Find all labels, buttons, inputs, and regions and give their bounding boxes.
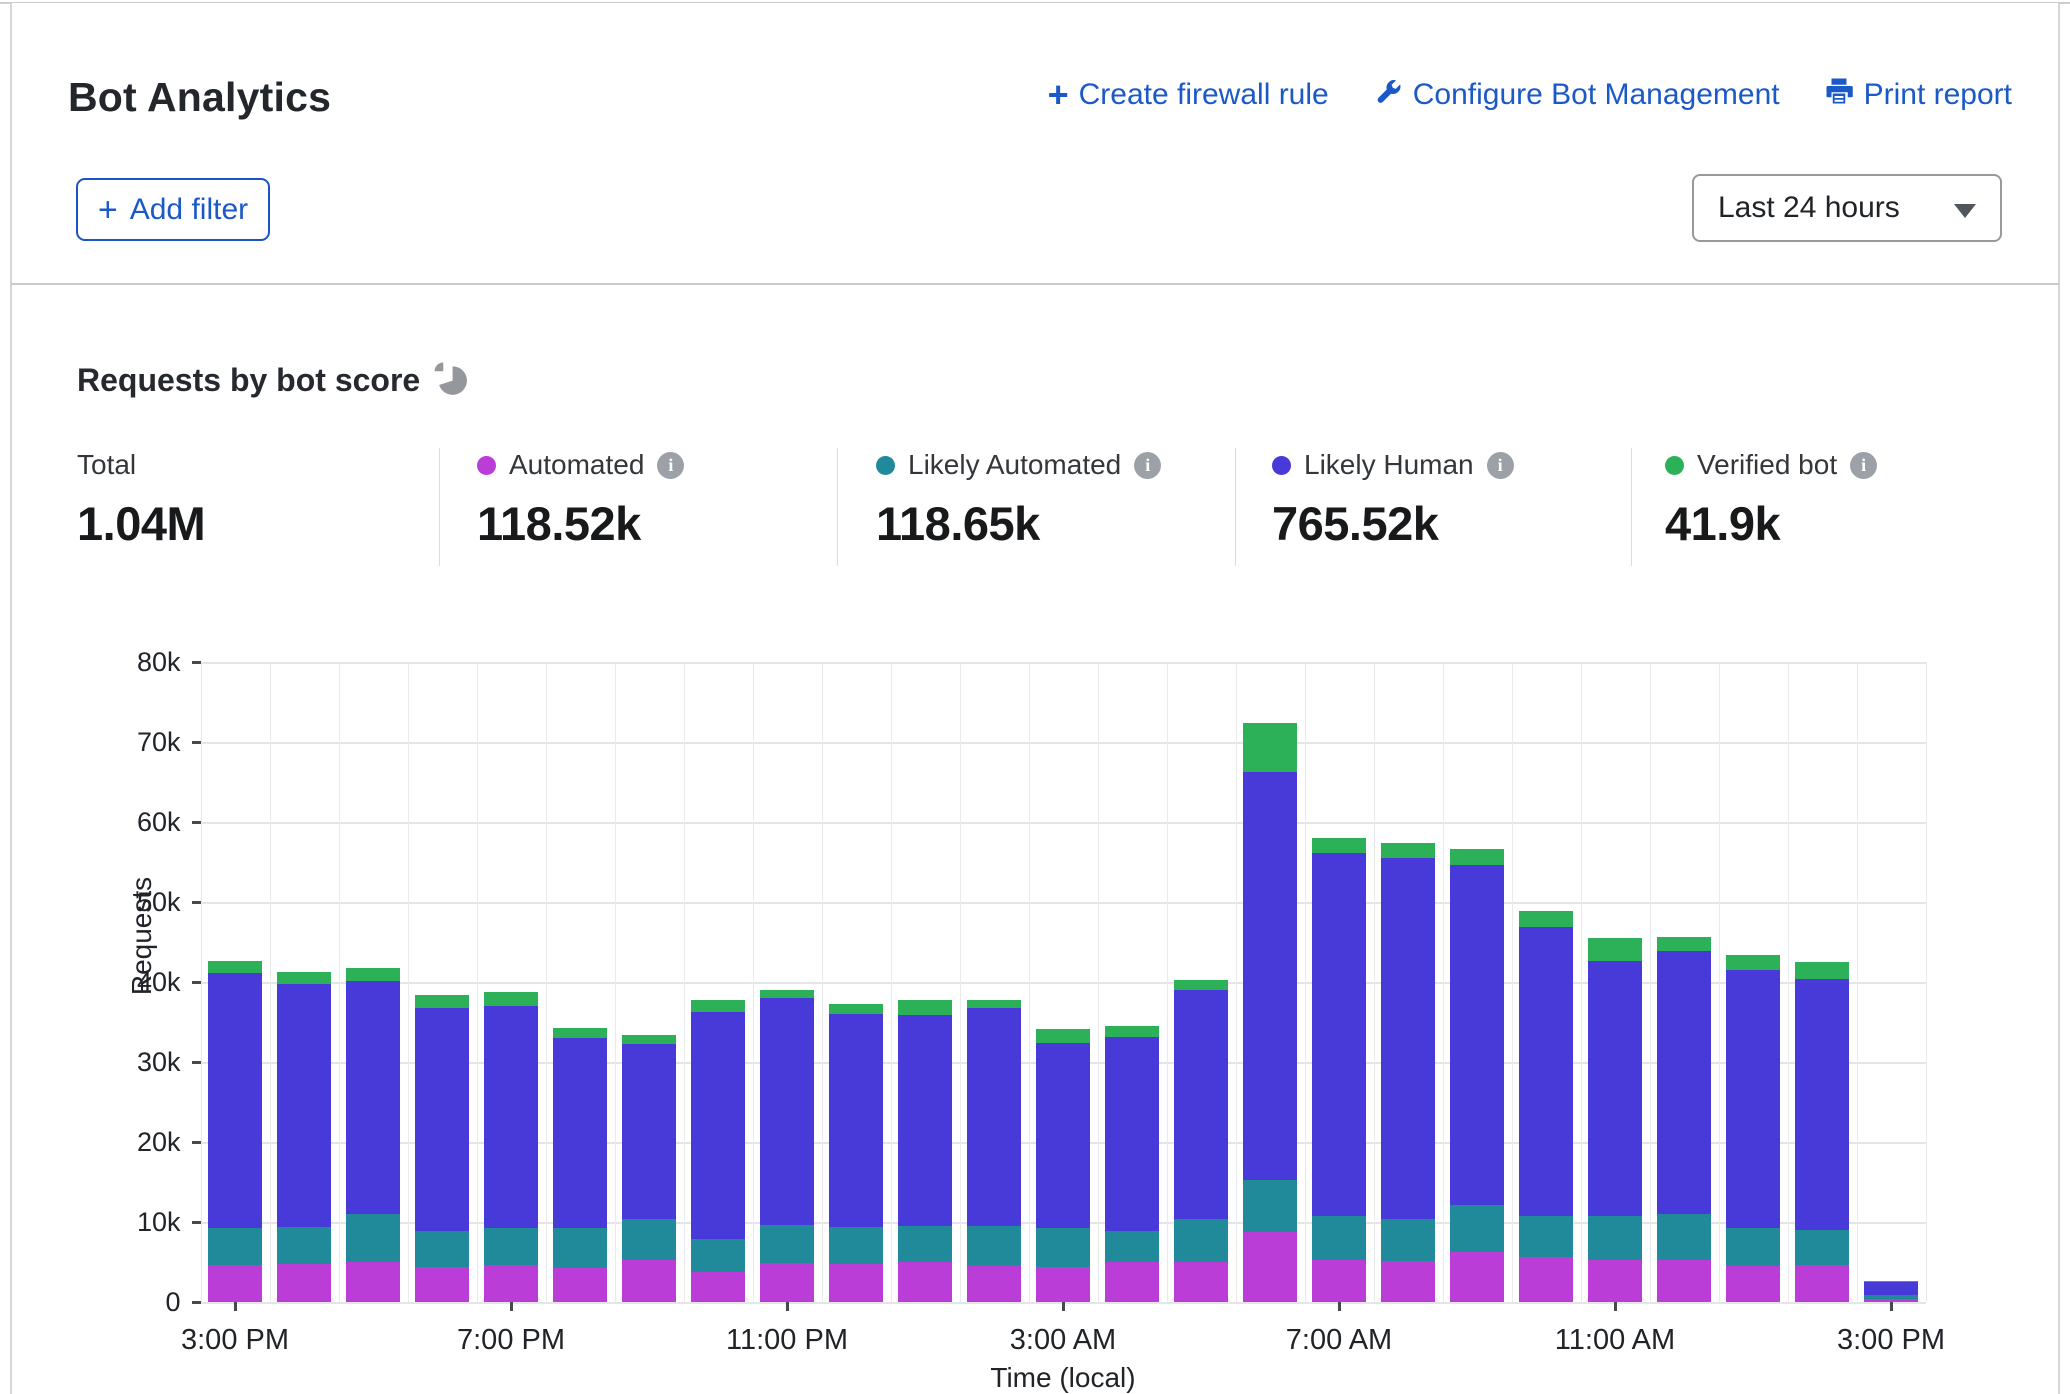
section-title: Requests by bot score bbox=[77, 362, 420, 399]
header-actions: + Create firewall rule Configure Bot Man… bbox=[1048, 76, 2012, 114]
page-title: Bot Analytics bbox=[68, 74, 331, 121]
add-filter-label: Add filter bbox=[130, 193, 248, 227]
stat-divider bbox=[1631, 448, 1632, 566]
stat-divider bbox=[439, 448, 440, 566]
print-report-link[interactable]: Print report bbox=[1824, 76, 2012, 114]
stat-verified-bot-value: 41.9k bbox=[1665, 496, 1877, 551]
verified-bot-legend-dot bbox=[1665, 456, 1684, 475]
likely-automated-legend-dot bbox=[876, 456, 895, 475]
info-icon[interactable]: i bbox=[657, 452, 684, 479]
stat-likely-automated: Likely Automated i 118.65k bbox=[876, 448, 1161, 568]
configure-bot-management-label: Configure Bot Management bbox=[1413, 78, 1780, 112]
stat-likely-human-label: Likely Human bbox=[1304, 449, 1474, 481]
printer-icon bbox=[1824, 76, 1854, 114]
info-icon[interactable]: i bbox=[1134, 452, 1161, 479]
y-axis-title: Requests bbox=[126, 856, 158, 1016]
stat-total: Total 1.04M bbox=[77, 448, 205, 568]
time-range-value: Last 24 hours bbox=[1718, 191, 1900, 225]
stat-automated-value: 118.52k bbox=[477, 496, 684, 551]
add-filter-button[interactable]: + Add filter bbox=[76, 178, 270, 241]
x-axis-title: Time (local) bbox=[983, 1362, 1143, 1394]
stat-divider bbox=[837, 448, 838, 566]
configure-bot-management-link[interactable]: Configure Bot Management bbox=[1373, 76, 1780, 114]
time-range-dropdown[interactable]: Last 24 hours bbox=[1692, 174, 2002, 242]
create-firewall-rule-link[interactable]: + Create firewall rule bbox=[1048, 78, 1329, 112]
pie-chart-icon bbox=[432, 360, 470, 403]
stat-verified-bot-label: Verified bot bbox=[1697, 449, 1837, 481]
stat-likely-human: Likely Human i 765.52k bbox=[1272, 448, 1514, 568]
wrench-icon bbox=[1373, 76, 1403, 114]
stat-automated-label: Automated bbox=[509, 449, 644, 481]
stat-total-label: Total bbox=[77, 449, 136, 481]
chevron-down-icon bbox=[1954, 204, 1976, 218]
stat-divider bbox=[1235, 448, 1236, 566]
info-icon[interactable]: i bbox=[1487, 452, 1514, 479]
likely-human-legend-dot bbox=[1272, 456, 1291, 475]
info-icon[interactable]: i bbox=[1850, 452, 1877, 479]
automated-legend-dot bbox=[477, 456, 496, 475]
stat-likely-automated-label: Likely Automated bbox=[908, 449, 1121, 481]
plus-icon: + bbox=[98, 195, 118, 225]
stat-total-value: 1.04M bbox=[77, 496, 205, 551]
stat-likely-human-value: 765.52k bbox=[1272, 496, 1514, 551]
stat-likely-automated-value: 118.65k bbox=[876, 496, 1161, 551]
stat-verified-bot: Verified bot i 41.9k bbox=[1665, 448, 1877, 568]
create-firewall-rule-label: Create firewall rule bbox=[1079, 78, 1329, 112]
plus-icon: + bbox=[1048, 80, 1069, 110]
stat-automated: Automated i 118.52k bbox=[477, 448, 684, 568]
print-report-label: Print report bbox=[1864, 78, 2012, 112]
section-divider bbox=[11, 283, 2059, 285]
